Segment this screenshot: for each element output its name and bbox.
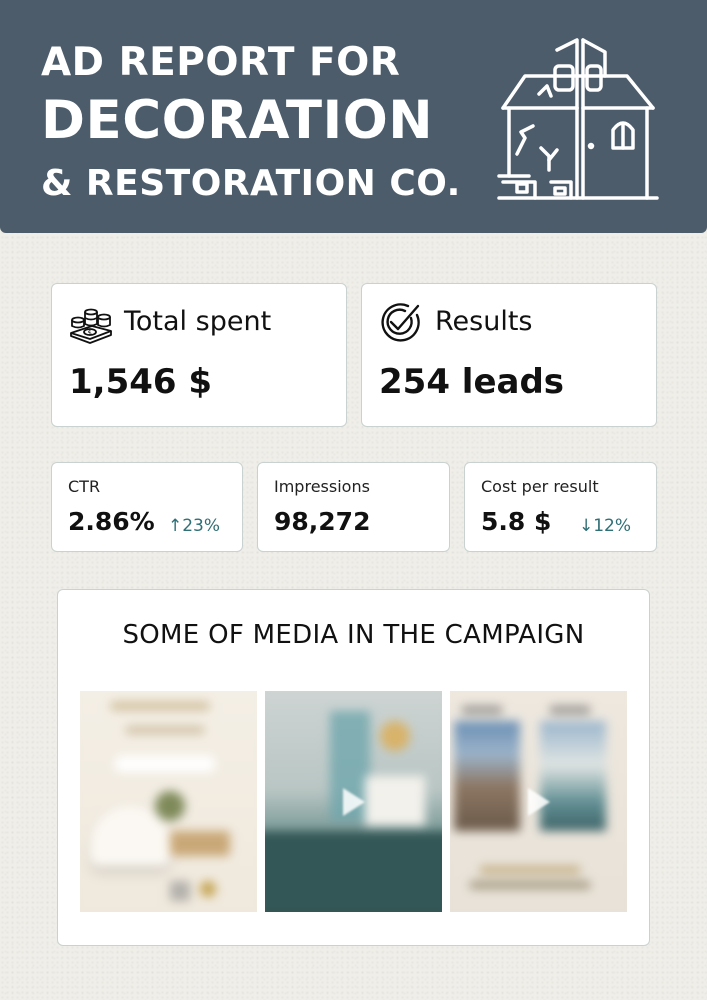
target-check-icon (381, 303, 420, 342)
header-title-line1: AD REPORT FOR (41, 40, 401, 85)
results-label: Results (435, 306, 533, 337)
impressions-value: 98,272 (274, 507, 371, 536)
media-thumbnail-3[interactable] (450, 691, 627, 912)
campaign-media-card: SOME OF MEDIA IN THE CAMPAIGN (57, 589, 650, 946)
report-header: AD REPORT FOR DECORATION & RESTORATION C… (0, 0, 707, 233)
play-icon (527, 787, 550, 816)
total-spent-label: Total spent (124, 306, 272, 337)
media-section-title: SOME OF MEDIA IN THE CAMPAIGN (122, 620, 585, 650)
results-value: 254 leads (379, 362, 565, 402)
media-thumbnail-2[interactable] (265, 691, 442, 912)
ctr-label: CTR (68, 477, 101, 496)
cost-per-result-label: Cost per result (481, 477, 599, 496)
results-card: Results 254 leads (361, 283, 657, 427)
cost-per-result-change-badge: ↓12% (579, 516, 632, 536)
cost-per-result-card: Cost per result 5.8 $ ↓12% (464, 462, 657, 552)
ctr-value: 2.86% (68, 507, 155, 536)
ctr-card: CTR 2.86% ↑23% (51, 462, 243, 552)
money-coins-icon: $ (70, 308, 112, 344)
header-title-line3: & RESTORATION CO. (41, 163, 461, 204)
impressions-card: Impressions 98,272 (257, 462, 450, 552)
media-thumbnail-1[interactable] (80, 691, 257, 912)
impressions-label: Impressions (274, 477, 370, 496)
ctr-change-badge: ↑23% (168, 516, 221, 536)
svg-text:$: $ (88, 329, 92, 337)
play-icon (342, 787, 365, 816)
total-spent-card: $ Total spent 1,546 $ (51, 283, 347, 427)
total-spent-value: 1,546 $ (69, 362, 213, 402)
cost-per-result-value: 5.8 $ (481, 507, 552, 536)
header-title-line2: DECORATION (41, 90, 434, 151)
house-renovation-icon (497, 38, 659, 200)
